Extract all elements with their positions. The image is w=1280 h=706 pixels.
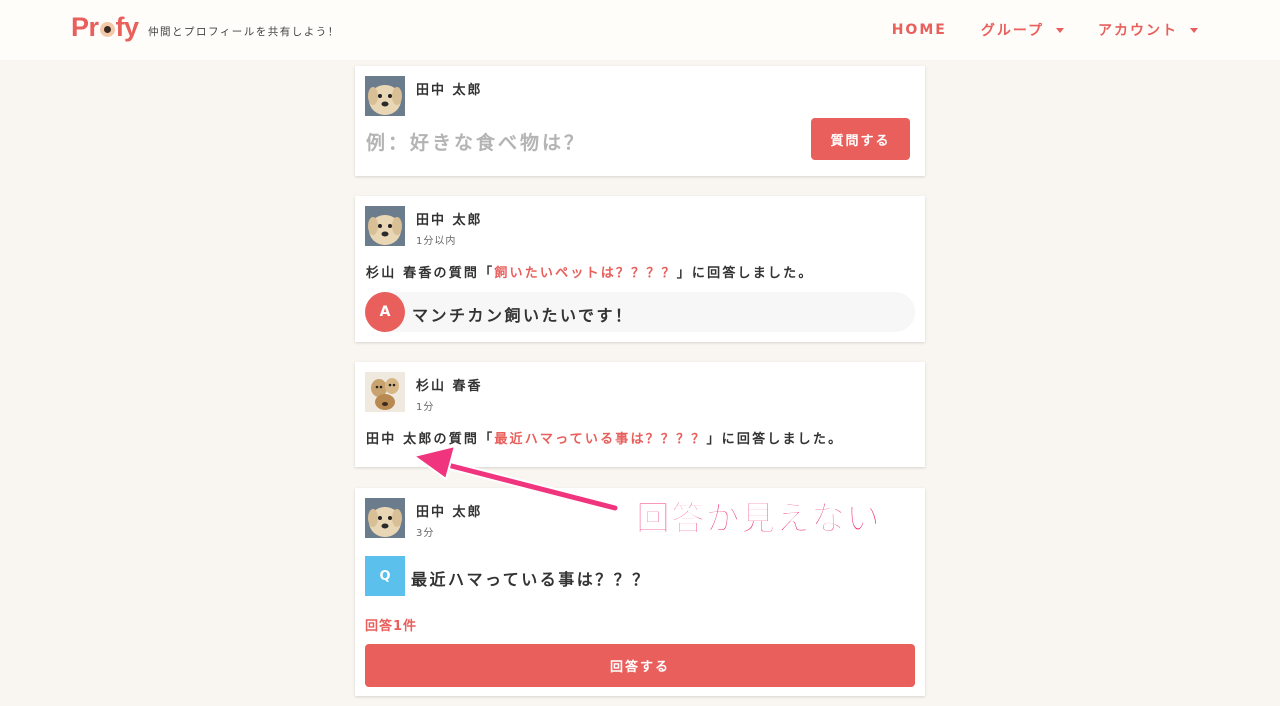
compose-question-card: 田中 太郎 質問する bbox=[355, 66, 925, 176]
user-name: 田中 太郎 bbox=[416, 505, 483, 520]
answer-badge: A bbox=[365, 292, 405, 332]
caret-down-icon bbox=[1056, 27, 1064, 33]
nav-home[interactable]: HOME bbox=[892, 20, 947, 40]
activity-prefix: 田中 太郎の質問「 bbox=[366, 432, 495, 447]
nav-account-dropdown[interactable]: アカウント bbox=[1098, 20, 1198, 40]
feed-card-answer-missing: 杉山 春香 1分 田中 太郎の質問「最近ハマっている事は？？？？」に回答しました… bbox=[355, 362, 925, 467]
user-name: 田中 太郎 bbox=[416, 213, 483, 228]
post-time: 1分以内 bbox=[416, 236, 457, 247]
tagline: 仲間とプロフィールを共有しよう！ bbox=[148, 26, 340, 38]
profy-logo[interactable]: Pr fy bbox=[71, 12, 139, 43]
puppies-photo-icon bbox=[365, 372, 405, 412]
user-avatar[interactable] bbox=[365, 498, 405, 538]
user-name: 田中 太郎 bbox=[416, 83, 483, 98]
activity-suffix: 」に回答しました。 bbox=[676, 266, 814, 281]
user-avatar[interactable] bbox=[365, 76, 405, 116]
question-link[interactable]: 飼いたいペットは？？？？ bbox=[494, 266, 676, 281]
top-navbar: Pr fy 仲間とプロフィールを共有しよう！ HOME グループ アカウント bbox=[0, 0, 1280, 60]
question-link[interactable]: 最近ハマっている事は？？？？ bbox=[494, 432, 706, 447]
activity-sentence: 杉山 春香の質問「飼いたいペットは？？？？」に回答しました。 bbox=[366, 262, 814, 281]
question-text: 最近ハマっている事は？？？ bbox=[411, 570, 651, 589]
activity-prefix: 杉山 春香の質問「 bbox=[366, 266, 495, 281]
answer-text: マンチカン飼いたいです！ bbox=[412, 306, 634, 325]
user-avatar[interactable] bbox=[365, 372, 405, 412]
nav-group-dropdown[interactable]: グループ bbox=[981, 20, 1064, 40]
logo-dog-face-icon bbox=[99, 22, 115, 37]
dog-photo-icon bbox=[365, 498, 405, 538]
feed-card-answer: 田中 太郎 1分以内 杉山 春香の質問「飼いたいペットは？？？？」に回答しました… bbox=[355, 196, 925, 342]
ask-question-button[interactable]: 質問する bbox=[811, 118, 910, 160]
dog-photo-icon bbox=[365, 76, 405, 116]
post-time: 3分 bbox=[416, 528, 435, 539]
question-badge: Q bbox=[365, 556, 405, 596]
answer-button[interactable]: 回答する bbox=[365, 644, 915, 687]
post-time: 1分 bbox=[416, 402, 435, 413]
annotation-text: 回答が見えない bbox=[636, 499, 881, 540]
user-avatar[interactable] bbox=[365, 206, 405, 246]
question-input[interactable] bbox=[363, 120, 803, 166]
main-nav: HOME グループ アカウント bbox=[892, 20, 1198, 40]
user-name: 杉山 春香 bbox=[416, 379, 483, 394]
caret-down-icon bbox=[1190, 27, 1198, 33]
dog-photo-icon bbox=[365, 206, 405, 246]
answer-bubble: A マンチカン飼いたいです！ bbox=[365, 292, 915, 332]
activity-suffix: 」に回答しました。 bbox=[706, 432, 844, 447]
answer-count-link[interactable]: 回答1件 bbox=[365, 615, 417, 634]
activity-sentence: 田中 太郎の質問「最近ハマっている事は？？？？」に回答しました。 bbox=[366, 428, 843, 447]
